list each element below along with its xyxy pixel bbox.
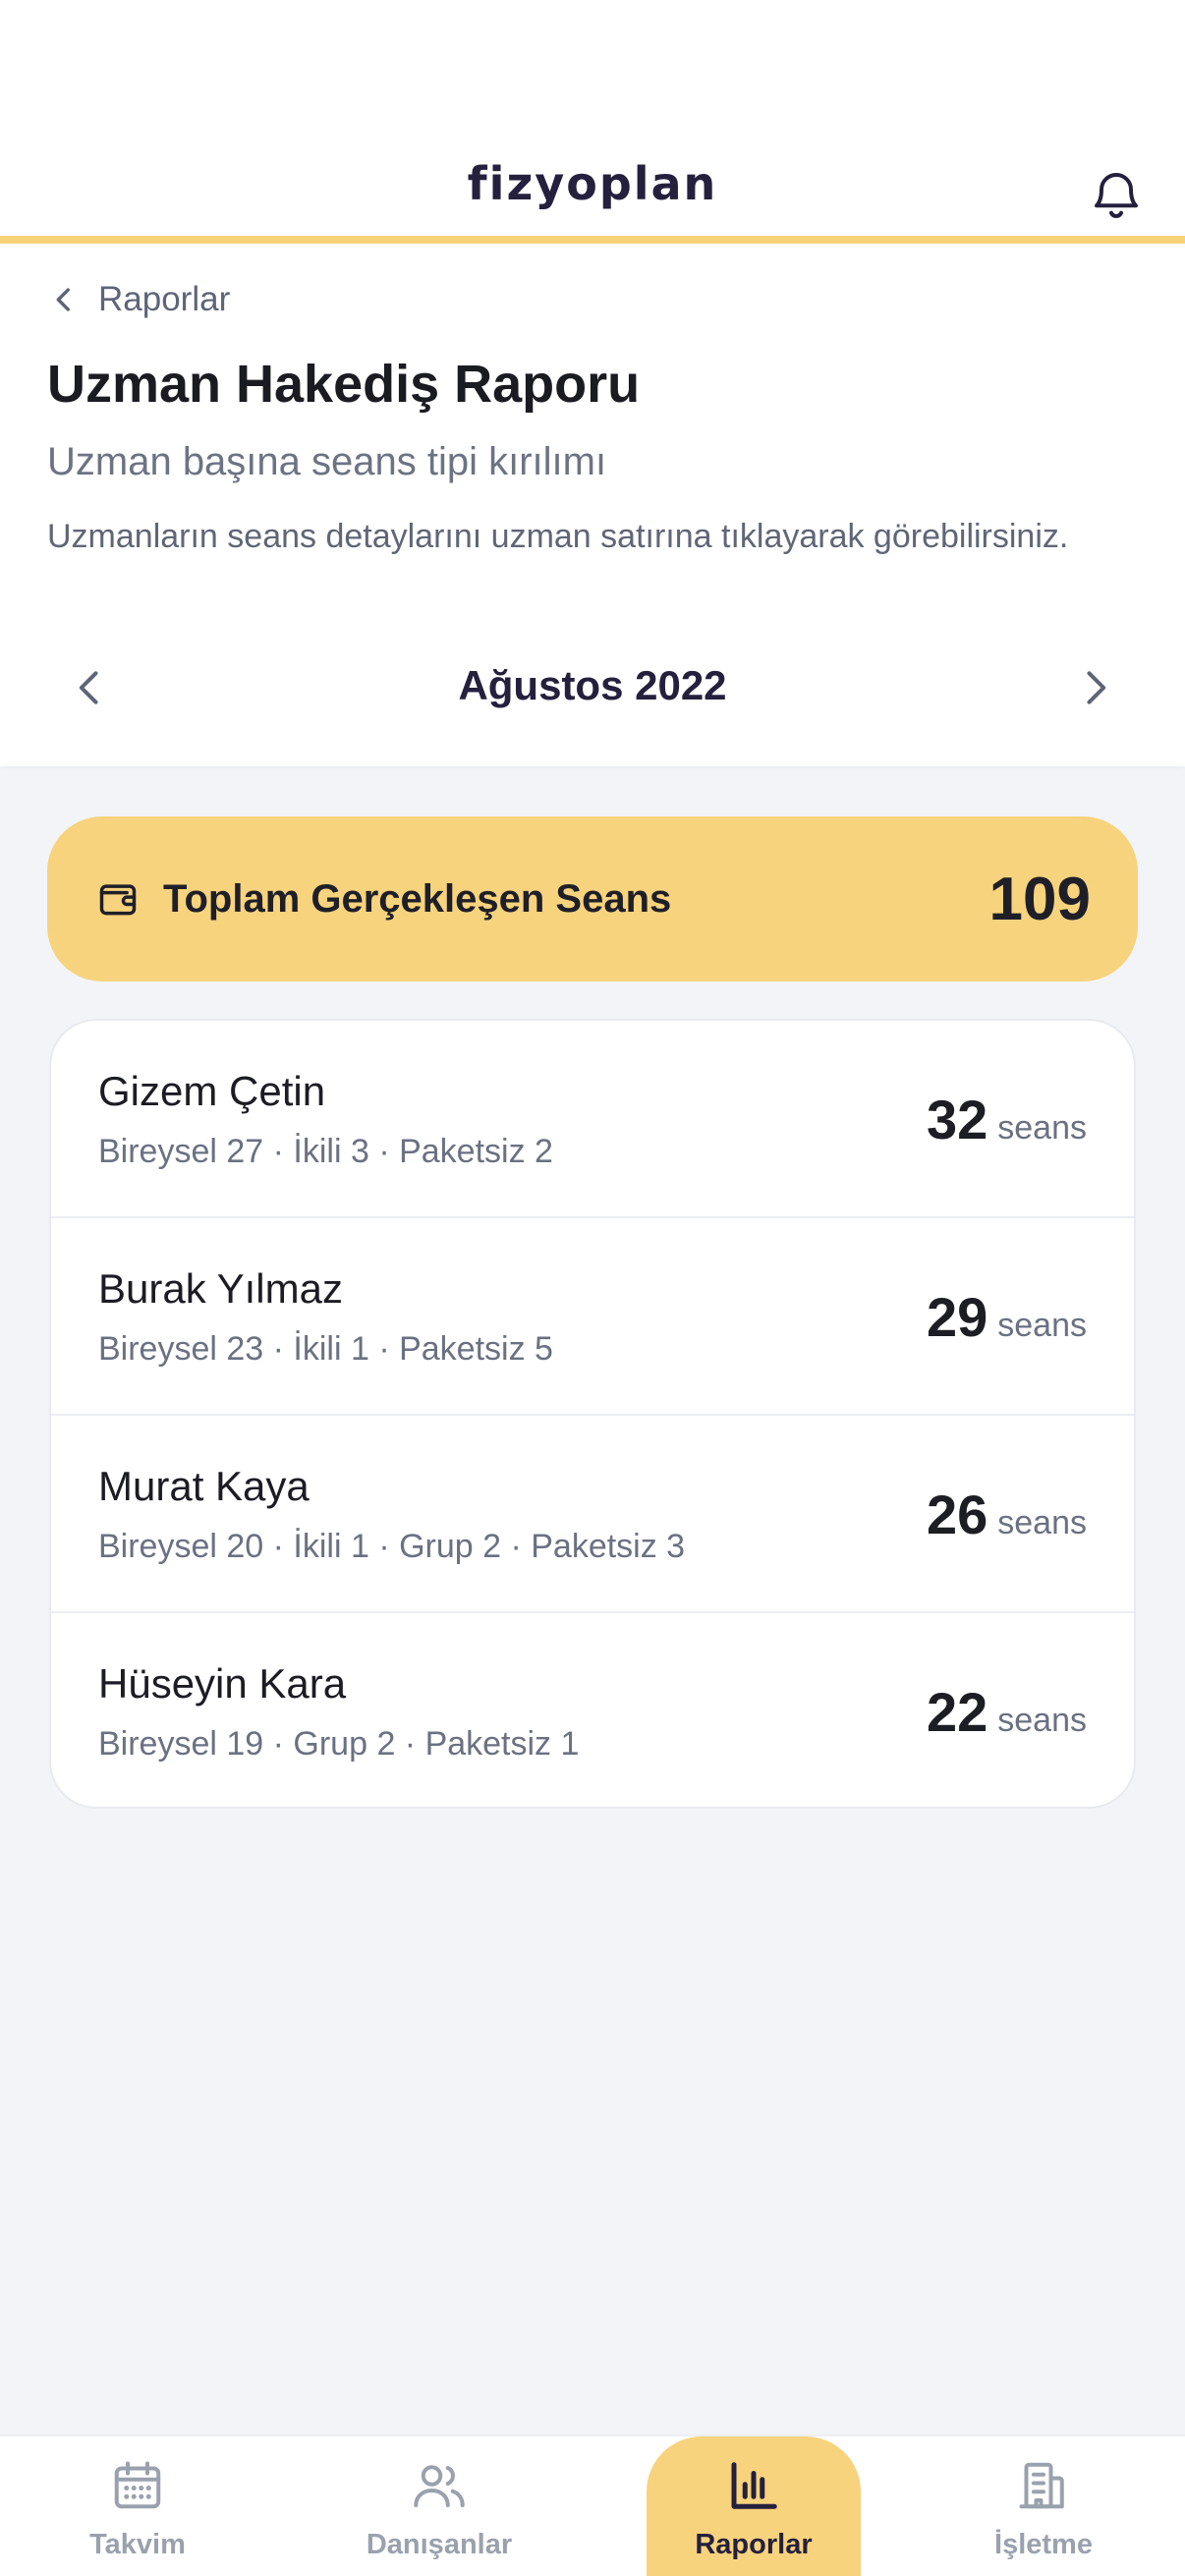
- nav-tab-isletme[interactable]: İşletme: [935, 2436, 1152, 2576]
- expert-row[interactable]: Hüseyin Kara Bireysel 19 · Grup 2 · Pake…: [51, 1613, 1134, 1807]
- expert-row[interactable]: Murat Kaya Bireysel 20 · İkili 1 · Grup …: [51, 1416, 1134, 1613]
- nav-tab-label: Raporlar: [695, 2529, 813, 2560]
- calendar-icon: [114, 2461, 161, 2509]
- expert-session-count: 29 seans: [927, 1285, 1087, 1349]
- session-count-unit: seans: [997, 1702, 1087, 1739]
- nav-tab-takvim[interactable]: Takvim: [29, 2436, 246, 2576]
- wallet-icon: [99, 884, 137, 916]
- brand-logo: fizyoplan: [467, 157, 718, 210]
- expert-list: Gizem Çetin Bireysel 27 · İkili 3 · Pake…: [49, 1019, 1136, 1809]
- page-subtitle: Uzman başına seans tipi kırılımı: [47, 440, 607, 483]
- page-title: Uzman Hakediş Raporu: [47, 355, 641, 414]
- month-label: Ağustos 2022: [458, 662, 727, 708]
- nav-tab-raporlar[interactable]: Raporlar: [647, 2436, 861, 2576]
- expert-row[interactable]: Gizem Çetin Bireysel 27 · İkili 3 · Pake…: [51, 1021, 1134, 1218]
- chevron-left-icon: [56, 288, 70, 311]
- nav-tab-label: Takvim: [89, 2529, 186, 2560]
- session-count-unit: seans: [997, 1504, 1087, 1541]
- expert-session-count: 22 seans: [927, 1680, 1087, 1744]
- users-icon: [414, 2465, 465, 2507]
- total-sessions-value: 109: [988, 865, 1091, 933]
- header-accent-line: [0, 236, 1185, 244]
- session-count-number: 29: [926, 1286, 988, 1348]
- month-selector: Ağustos 2022: [47, 648, 1138, 727]
- back-link-label: Raporlar: [98, 280, 231, 318]
- page: fizyoplan Raporlar Uzman Hakediş Raporu …: [0, 0, 1185, 2576]
- session-count-number: 32: [926, 1089, 988, 1150]
- total-sessions-label: Toplam Gerçekleşen Seans: [163, 876, 672, 921]
- bottom-nav: Takvim Danışanlar Raporlar İşletme: [0, 2435, 1185, 2576]
- building-icon: [1019, 2462, 1064, 2509]
- session-count-unit: seans: [997, 1307, 1087, 1344]
- expert-session-count: 26 seans: [927, 1483, 1087, 1546]
- nav-tab-label: İşletme: [994, 2529, 1093, 2560]
- expert-session-count: 32 seans: [927, 1088, 1087, 1151]
- chevron-right-icon: [1087, 671, 1106, 704]
- bell-icon[interactable]: [1087, 165, 1146, 224]
- page-description: Uzmanların seans detaylarını uzman satır…: [47, 518, 1069, 555]
- back-link[interactable]: Raporlar: [47, 275, 230, 324]
- nav-tab-label: Danışanlar: [366, 2529, 513, 2560]
- total-sessions-card: Toplam Gerçekleşen Seans 109: [47, 816, 1138, 981]
- next-month-button[interactable]: [1073, 666, 1116, 709]
- nav-tab-danisanlar[interactable]: Danışanlar: [331, 2436, 547, 2576]
- expert-row[interactable]: Burak Yılmaz Bireysel 23 · İkili 1 · Pak…: [51, 1218, 1134, 1416]
- session-count-number: 26: [926, 1484, 988, 1545]
- header-panel: fizyoplan Raporlar Uzman Hakediş Raporu …: [0, 0, 1185, 766]
- session-count-unit: seans: [997, 1109, 1087, 1147]
- bar-chart-icon: [731, 2462, 777, 2509]
- session-count-number: 22: [926, 1681, 988, 1743]
